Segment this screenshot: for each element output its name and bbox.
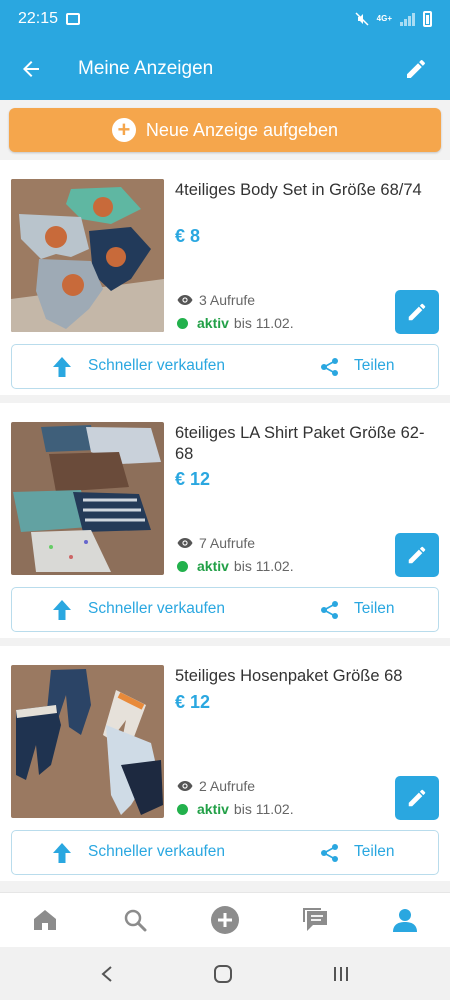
new-ad-button[interactable]: + Neue Anzeige aufgeben	[9, 108, 441, 152]
status-dot-icon	[177, 560, 188, 572]
plus-circle-icon: +	[111, 118, 136, 142]
status-bar: 22:15 4G+	[0, 0, 450, 38]
eye-icon	[177, 538, 193, 548]
profile-icon	[393, 909, 417, 932]
ad-card: 5teiliges Hosenpaket Größe 68 € 12 2 Auf…	[0, 646, 450, 881]
ad-price: € 12	[175, 692, 211, 712]
ad-price: € 12	[175, 469, 211, 489]
sell-faster-label: Schneller verkaufen	[88, 357, 225, 374]
pencil-icon	[408, 303, 426, 321]
edit-mode-button[interactable]	[390, 43, 442, 95]
ad-views-label: 3 Aufrufe	[199, 292, 256, 308]
ad-actions: Schneller verkaufen Teilen	[11, 830, 439, 875]
share-label: Teilen	[354, 843, 395, 860]
arrow-up-icon	[53, 600, 71, 620]
back-button[interactable]	[0, 38, 62, 100]
arrow-up-icon	[53, 843, 71, 863]
arrow-left-icon	[23, 61, 39, 77]
ad-status-label: aktiv	[197, 801, 229, 817]
mute-icon	[355, 12, 369, 26]
ad-actions: Schneller verkaufen Teilen	[11, 587, 439, 632]
eye-icon	[177, 781, 193, 791]
status-dot-icon	[177, 803, 188, 815]
pencil-icon	[408, 546, 426, 564]
system-recents-icon[interactable]	[332, 965, 350, 983]
share-label: Teilen	[354, 600, 395, 617]
tab-messages[interactable]	[270, 893, 360, 947]
status-time: 22:15	[18, 10, 59, 27]
home-icon	[34, 910, 56, 930]
ad-title[interactable]: 6teiliges LA Shirt Paket Größe 62-68	[175, 423, 425, 465]
new-ad-label: Neue Anzeige aufgeben	[145, 119, 339, 140]
tab-profile[interactable]	[360, 893, 450, 947]
ad-views: 3 Aufrufe	[177, 292, 255, 308]
page-title: Meine Anzeigen	[78, 58, 214, 79]
ad-views-label: 7 Aufrufe	[199, 535, 256, 551]
edit-ad-button[interactable]	[395, 776, 439, 820]
ad-views: 2 Aufrufe	[177, 778, 255, 794]
ad-card: 6teiliges LA Shirt Paket Größe 62-68 € 1…	[0, 403, 450, 638]
arrow-up-icon	[53, 357, 71, 377]
system-home-icon[interactable]	[213, 964, 233, 984]
edit-ad-button[interactable]	[395, 290, 439, 334]
add-icon	[211, 906, 239, 934]
ad-list: 4teiliges Body Set in Größe 68/74 € 8 3 …	[0, 160, 450, 892]
ad-title[interactable]: 4teiliges Body Set in Größe 68/74	[175, 180, 425, 201]
tab-search[interactable]	[90, 893, 180, 947]
ad-status-label: aktiv	[197, 558, 229, 574]
ad-views: 7 Aufrufe	[177, 535, 255, 551]
system-back-icon[interactable]	[100, 965, 114, 983]
search-icon	[124, 909, 147, 932]
ad-thumbnail[interactable]	[11, 665, 164, 818]
ad-status: aktiv bis 11.02.	[177, 801, 294, 817]
ad-status-until: bis 11.02.	[233, 558, 294, 574]
share-icon	[321, 844, 338, 862]
share-icon	[321, 601, 338, 619]
ad-status: aktiv bis 11.02.	[177, 315, 294, 331]
ad-card: 4teiliges Body Set in Größe 68/74 € 8 3 …	[0, 160, 450, 395]
ad-actions: Schneller verkaufen Teilen	[11, 344, 439, 389]
pencil-icon	[408, 789, 426, 807]
signal-icon	[400, 12, 415, 26]
edit-ad-button[interactable]	[395, 533, 439, 577]
share-icon	[321, 358, 338, 376]
battery-icon	[423, 11, 432, 27]
system-navigation	[0, 947, 450, 1000]
ad-views-label: 2 Aufrufe	[199, 778, 256, 794]
network-type: 4G+	[376, 14, 392, 23]
ad-status-label: aktiv	[197, 315, 229, 331]
status-dot-icon	[177, 317, 188, 329]
tab-add[interactable]	[180, 893, 270, 947]
share-label: Teilen	[354, 357, 395, 374]
ad-price: € 8	[175, 226, 201, 246]
pencil-icon	[407, 59, 425, 78]
ad-title[interactable]: 5teiliges Hosenpaket Größe 68	[175, 666, 425, 687]
sell-faster-label: Schneller verkaufen	[88, 600, 225, 617]
messages-icon	[303, 908, 327, 931]
ad-thumbnail[interactable]	[11, 179, 164, 332]
tab-home[interactable]	[0, 893, 90, 947]
eye-icon	[177, 295, 193, 305]
ad-status-until: bis 11.02.	[233, 801, 294, 817]
ad-thumbnail[interactable]	[11, 422, 164, 575]
ad-status-until: bis 11.02.	[233, 315, 294, 331]
ad-status: aktiv bis 11.02.	[177, 558, 294, 574]
bottom-navigation	[0, 892, 450, 947]
app-bar: Meine Anzeigen	[0, 38, 450, 100]
gallery-notification-icon	[66, 13, 81, 25]
sell-faster-label: Schneller verkaufen	[88, 843, 225, 860]
